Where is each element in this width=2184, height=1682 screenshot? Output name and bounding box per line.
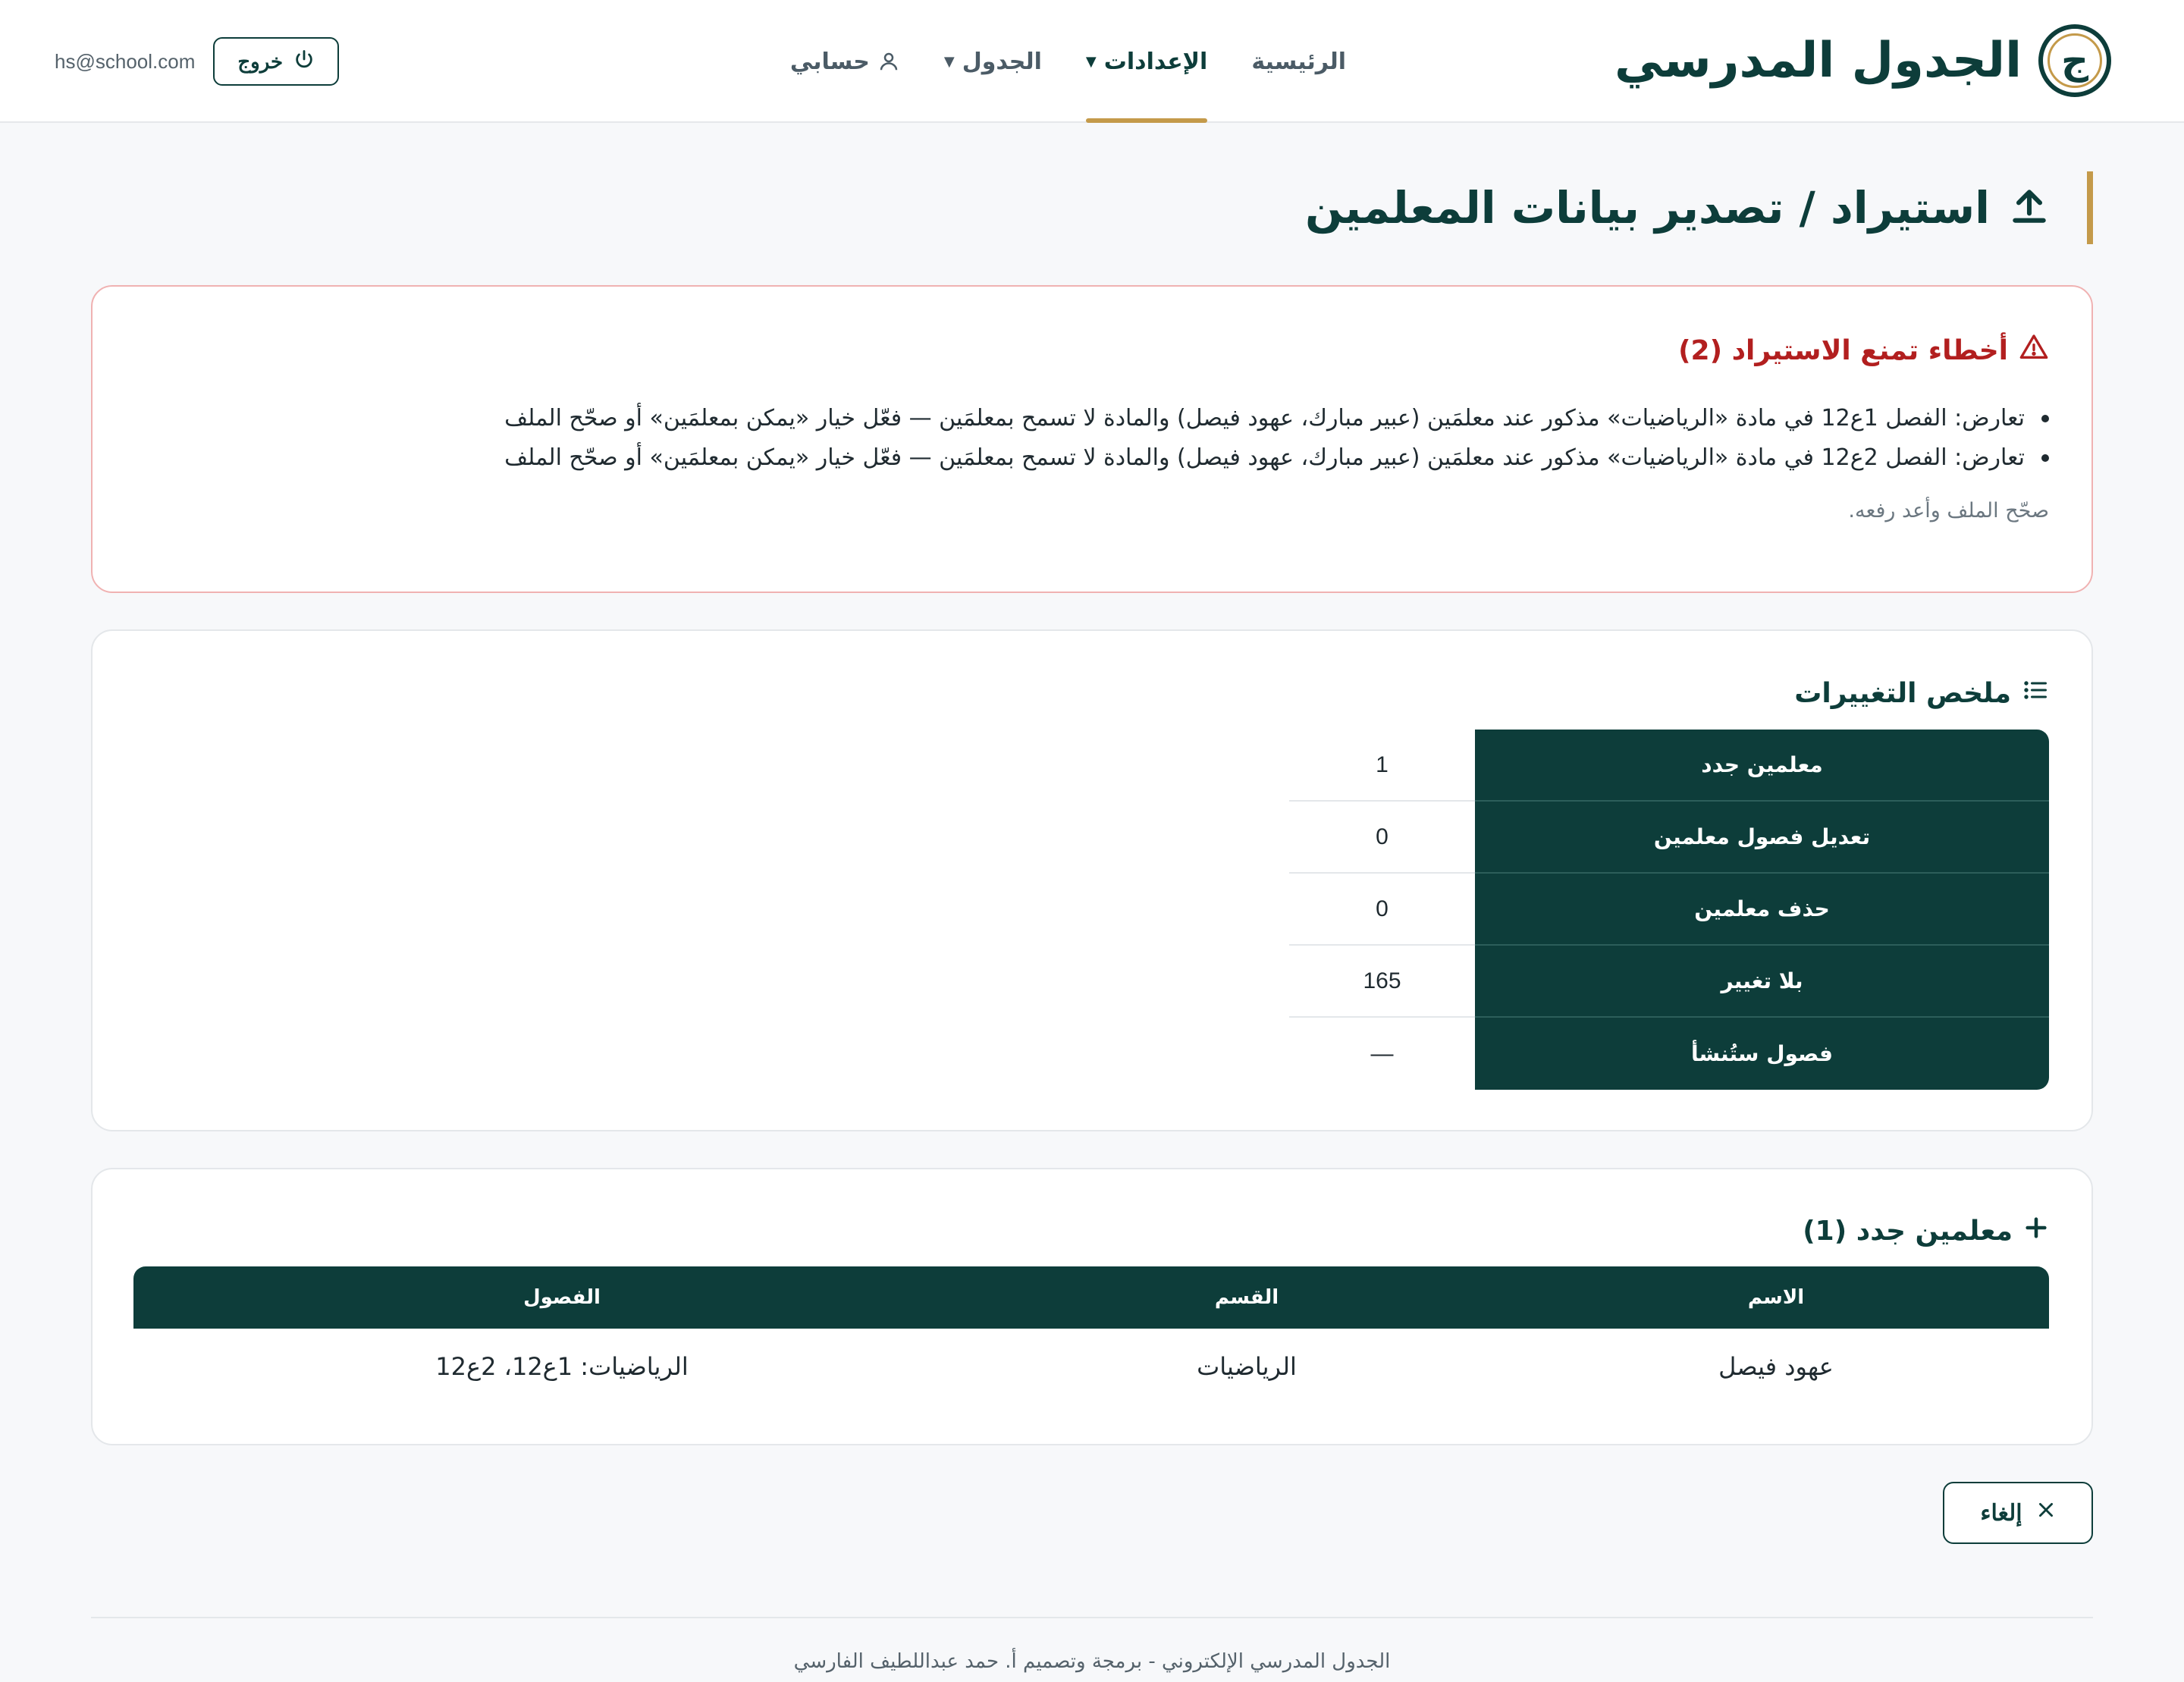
caret-down-icon: ▼ (1085, 53, 1097, 70)
summary-row: فصول ستُنشأ — (1289, 1018, 2049, 1090)
account-area: hs@school.com خروج (55, 36, 340, 86)
summary-value: 1 (1289, 730, 1475, 802)
page-title-block: استيراد / تصدير بيانات المعلمين (1305, 171, 2093, 244)
nav-item-account[interactable]: حسابي (790, 0, 900, 123)
power-icon (293, 49, 315, 75)
errors-heading: أخطاء تمنع الاستيراد (2) (1678, 332, 2049, 369)
summary-row: تعديل فصول معلمين 0 (1289, 802, 2049, 874)
caret-down-icon: ▼ (943, 53, 955, 70)
nav-item-label: حسابي (789, 48, 870, 75)
upload-icon (2008, 185, 2051, 231)
logout-button[interactable]: خروج (213, 37, 340, 86)
summary-table: معلمين جدد 1 تعديل فصول معلمين 0 حذف معل… (1289, 730, 2049, 1090)
column-header-classes: الفصول (523, 1286, 601, 1309)
nav-item-label: الإعدادات (1103, 48, 1208, 75)
column-header-department: القسم (1214, 1286, 1279, 1309)
user-email: hs@school.com (55, 49, 196, 73)
footer-text: الجدول المدرسي الإلكتروني - برمجة وتصميم… (793, 1650, 1391, 1673)
summary-label: بلا تغيير (1475, 946, 2049, 1018)
summary-value: 0 (1289, 802, 1475, 874)
summary-heading: ملخص التغييرات (1794, 676, 2049, 711)
new-teachers-table: الاسم القسم الفصول عهود فيصل الرياضيات ا… (133, 1266, 2049, 1404)
nav-item-home[interactable]: الرئيسية (1251, 0, 1346, 123)
import-errors-card: أخطاء تمنع الاستيراد (2) تعارض: الفصل 1ع… (91, 285, 2093, 593)
nav-item-label: الرئيسية (1251, 48, 1346, 75)
summary-row: بلا تغيير 165 (1289, 946, 2049, 1018)
footer-divider (91, 1617, 2093, 1618)
summary-label: فصول ستُنشأ (1475, 1018, 2049, 1090)
summary-value: 165 (1289, 946, 1475, 1018)
list-icon (2022, 676, 2049, 711)
error-item: تعارض: الفصل 1ع12 في مادة «الرياضيات» مذ… (229, 399, 2049, 438)
changes-summary-card: ملخص التغييرات معلمين جدد 1 تعديل فصول م… (91, 629, 2093, 1131)
table-row: عهود فيصل الرياضيات الرياضيات: 1ع12، 2ع1… (133, 1329, 2049, 1404)
close-icon (2036, 1500, 2056, 1526)
new-teachers-card: معلمين جدد (1) الاسم القسم الفصول عهود ف… (91, 1168, 2093, 1445)
user-icon (877, 50, 900, 73)
brand[interactable]: ج الجدول المدرسي (1614, 23, 2111, 99)
errors-list: تعارض: الفصل 1ع12 في مادة «الرياضيات» مذ… (229, 399, 2049, 478)
page-title: استيراد / تصدير بيانات المعلمين (1304, 182, 1990, 234)
brand-title: الجدول المدرسي (1614, 33, 2022, 89)
column-header-name: الاسم (1747, 1286, 1805, 1309)
cancel-button[interactable]: إلغاء (1943, 1482, 2093, 1544)
brand-logo-icon: ج (2038, 24, 2111, 97)
new-teachers-heading-text: معلمين جدد (1) (1803, 1216, 2013, 1247)
summary-label: معلمين جدد (1475, 730, 2049, 802)
warning-icon (2019, 332, 2049, 369)
cell-name: عهود فيصل (1718, 1352, 1834, 1381)
nav-item-label: الجدول (962, 48, 1042, 75)
plus-icon (2023, 1215, 2049, 1247)
top-navbar: ج الجدول المدرسي الرئيسية الإعدادات ▼ ال… (0, 0, 2184, 123)
summary-row: حذف معلمين 0 (1289, 874, 2049, 946)
main-nav: الرئيسية الإعدادات ▼ الجدول ▼ حسابي (790, 0, 1346, 123)
errors-heading-text: أخطاء تمنع الاستيراد (2) (1678, 335, 2008, 366)
nav-item-settings[interactable]: الإعدادات ▼ (1085, 0, 1208, 123)
errors-hint: صحّح الملف وأعد رفعه. (1848, 499, 2049, 522)
cell-classes: الرياضيات: 1ع12، 2ع12 (435, 1352, 689, 1381)
summary-label: حذف معلمين (1475, 874, 2049, 946)
nav-item-schedule[interactable]: الجدول ▼ (944, 0, 1042, 123)
cell-department: الرياضيات (1197, 1352, 1297, 1381)
cancel-label: إلغاء (1980, 1500, 2022, 1526)
summary-heading-text: ملخص التغييرات (1794, 678, 2011, 709)
summary-value: — (1370, 1040, 1394, 1066)
table-header-row: الاسم القسم الفصول (133, 1266, 2049, 1329)
summary-value: 0 (1289, 874, 1475, 946)
summary-row: معلمين جدد 1 (1289, 730, 2049, 802)
new-teachers-heading: معلمين جدد (1) (1803, 1215, 2049, 1247)
brand-logo-letter: ج (2060, 39, 2089, 83)
error-item: تعارض: الفصل 2ع12 في مادة «الرياضيات» مذ… (229, 438, 2049, 478)
summary-label: تعديل فصول معلمين (1475, 802, 2049, 874)
logout-label: خروج (237, 49, 284, 73)
